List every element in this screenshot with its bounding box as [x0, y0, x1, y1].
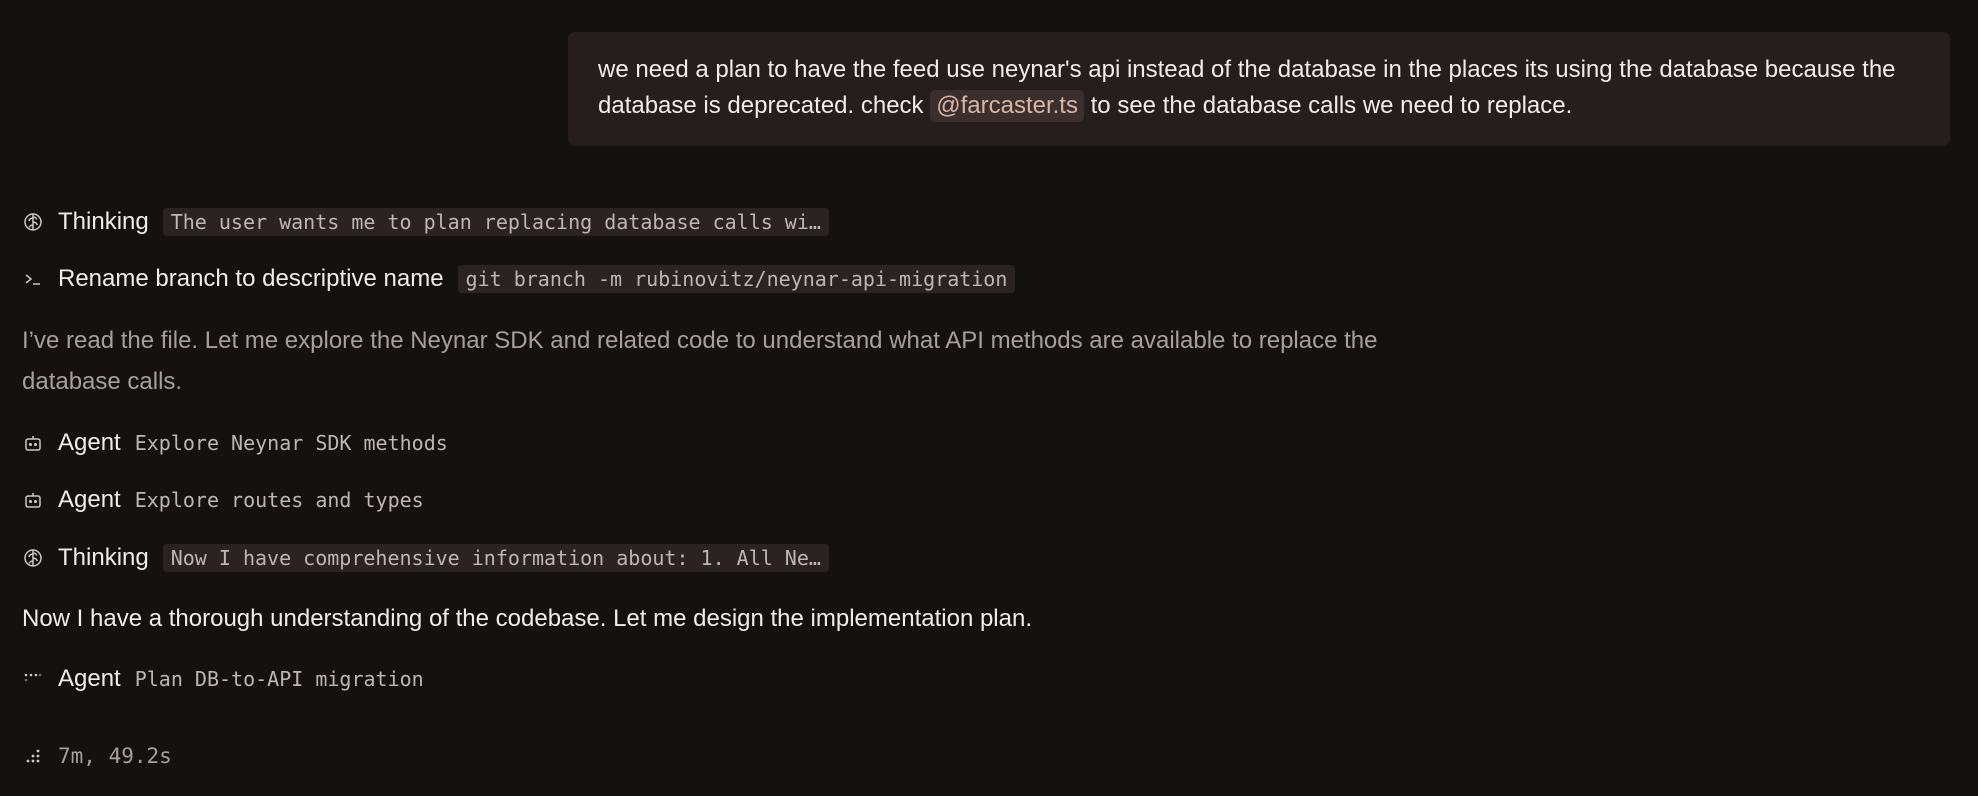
- robot-icon: [22, 489, 44, 511]
- file-mention-chip[interactable]: @farcaster.ts: [930, 90, 1084, 122]
- thinking-step[interactable]: Thinking The user wants me to plan repla…: [22, 205, 829, 239]
- step-detail: Plan DB-to-API migration: [134, 667, 424, 691]
- step-detail: The user wants me to plan replacing data…: [162, 208, 829, 236]
- loading-dots-icon: [22, 745, 44, 767]
- terminal-icon: [22, 268, 44, 290]
- assistant-message: Now I have a thorough understanding of t…: [22, 605, 1033, 632]
- step-label: Thinking: [58, 544, 149, 571]
- step-label: Agent: [58, 665, 121, 692]
- step-detail: Now I have comprehensive information abo…: [162, 544, 829, 572]
- step-detail: git branch -m rubinovitz/neynar-api-migr…: [457, 265, 1016, 293]
- step-label: Rename branch to descriptive name: [58, 265, 444, 292]
- step-detail: Explore routes and types: [134, 488, 424, 512]
- agent-step[interactable]: Agent Explore routes and types: [22, 483, 424, 517]
- dots-spinner-icon: [22, 668, 44, 690]
- brain-icon: [22, 547, 44, 569]
- user-message: we need a plan to have the feed use neyn…: [568, 32, 1950, 146]
- agent-step[interactable]: Agent Explore Neynar SDK methods: [22, 426, 448, 460]
- step-detail: Explore Neynar SDK methods: [134, 431, 448, 455]
- step-label: Thinking: [58, 208, 149, 235]
- thinking-step[interactable]: Thinking Now I have comprehensive inform…: [22, 541, 829, 575]
- elapsed-time: 7m, 49.2s: [58, 744, 172, 768]
- agent-step-running[interactable]: Agent Plan DB-to-API migration: [22, 662, 424, 696]
- robot-icon: [22, 432, 44, 454]
- brain-icon: [22, 211, 44, 233]
- step-label: Agent: [58, 429, 121, 456]
- user-message-text-end: to see the database calls we need to rep…: [1090, 92, 1573, 119]
- elapsed-status: 7m, 49.2s: [22, 740, 172, 772]
- step-label: Agent: [58, 486, 121, 513]
- assistant-message: I’ve read the file. Let me explore the N…: [22, 327, 1378, 395]
- command-step[interactable]: Rename branch to descriptive name git br…: [22, 262, 1016, 296]
